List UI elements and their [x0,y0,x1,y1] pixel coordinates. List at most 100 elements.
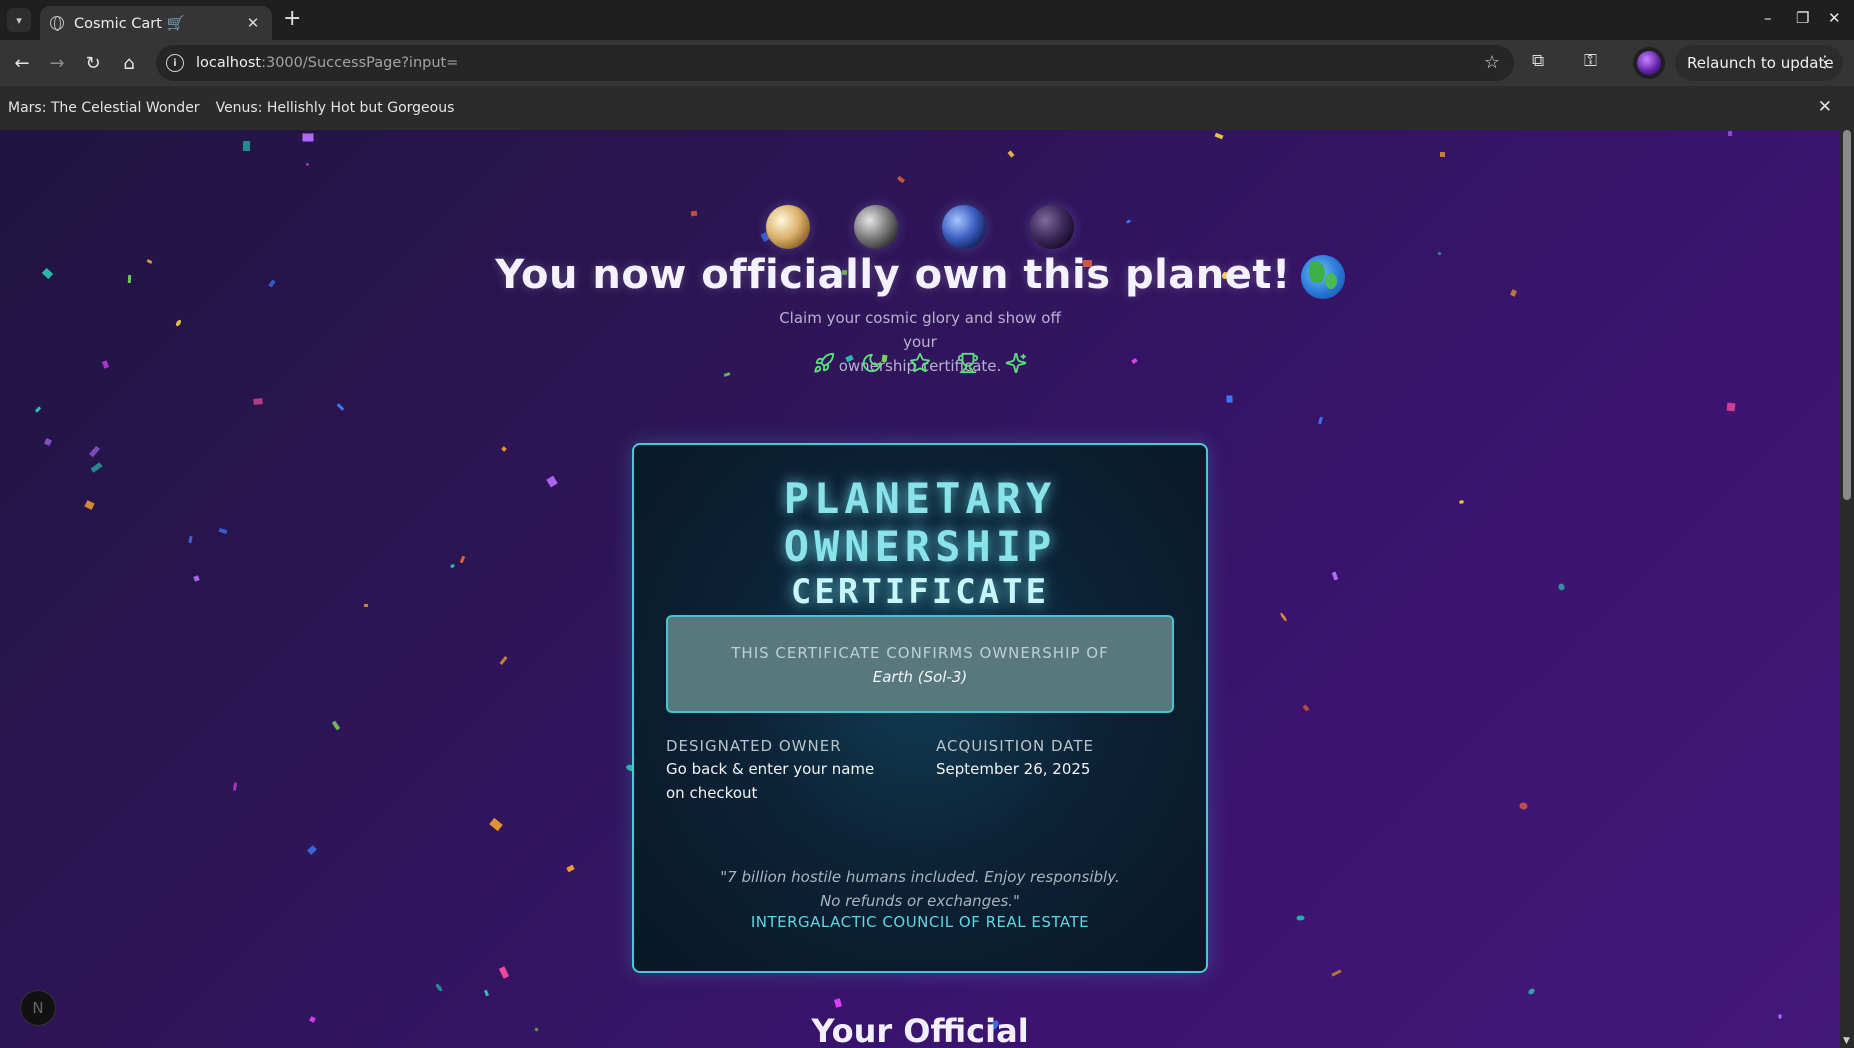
confetti-piece [188,535,193,544]
confetti-piece [489,817,503,832]
confetti-piece [1318,416,1323,425]
tab-strip: ▾ Cosmic Cart 🛒 ✕ + – ❐ ✕ [0,0,1854,40]
trophy-icon [957,352,979,374]
relaunch-label: Relaunch to update [1687,54,1834,72]
forward-icon[interactable]: → [44,50,70,76]
confetti-piece [302,133,314,142]
owner-field: DESIGNATED OWNER Go back & enter your na… [666,737,886,805]
relaunch-button[interactable]: Relaunch to update ⋮ [1675,45,1843,81]
confetti-piece [434,982,444,993]
certificate-title-line-1: PLANETARY [783,474,1057,523]
confetti-piece [459,555,466,564]
planet-image [766,205,810,249]
url-host: localhost [196,55,262,71]
confetti-piece [897,175,905,184]
confetti-piece [1726,402,1736,412]
certificate-title-line-3: CERTIFICATE [790,572,1050,612]
password-key-icon[interactable]: ⚿ [1584,51,1597,71]
confetti-piece [305,162,310,167]
confetti-piece [1518,801,1529,811]
confetti-piece [1727,130,1733,137]
minimize-icon[interactable]: – [1764,9,1772,27]
owner-label: DESIGNATED OWNER [666,737,842,755]
confetti-piece [1279,612,1288,622]
confetti-piece [833,998,843,1008]
confetti-piece [44,438,52,446]
confetti-piece [450,563,455,569]
bookmark-venus[interactable]: Venus: Hellishly Hot but Gorgeous [216,100,455,116]
confetti-piece [1007,150,1015,158]
menu-dots-icon[interactable]: ⋮ [1817,52,1833,71]
page-title: You now officially own this planet! [0,252,1840,299]
avatar [1637,51,1661,75]
certificate-title: PLANETARY OWNERSHIP CERTIFICATE [634,475,1206,613]
confetti-piece [499,656,508,665]
moon-icon [862,353,882,373]
confetti-piece [498,966,510,979]
date-field: ACQUISITION DATE September 26, 2025 [936,737,1156,781]
confetti-piece [1226,395,1233,403]
confetti-piece [232,782,238,791]
scrollbar-thumb[interactable] [1843,130,1851,500]
page-viewport: You now officially own this planet! Clai… [0,130,1840,1048]
close-icon[interactable]: ✕ [1818,97,1832,117]
window-close-icon[interactable]: ✕ [1828,9,1841,27]
date-label: ACQUISITION DATE [936,737,1095,755]
confetti-piece [501,446,507,452]
confetti-piece [1214,132,1224,140]
tab-title: Cosmic Cart 🛒 [74,15,185,32]
confetti-piece [546,475,558,488]
bookmarks-bar: Mars: The Celestial Wonder Venus: Hellis… [0,86,1854,130]
extensions-icon[interactable]: ⧉ [1532,51,1544,71]
planet-row [0,205,1840,249]
home-icon[interactable]: ⌂ [116,50,142,76]
close-icon[interactable]: ✕ [244,14,262,32]
active-tab[interactable]: Cosmic Cart 🛒 ✕ [40,6,272,40]
tab-search-button[interactable]: ▾ [7,8,31,32]
ownership-certificate: PLANETARY OWNERSHIP CERTIFICATE THIS CER… [632,443,1208,973]
subtitle-line-1: Claim your cosmic glory and show off you… [779,309,1061,351]
quote-line-2: No refunds or exchanges." [820,892,1020,910]
confetti-piece [336,403,345,411]
star-icon [909,352,931,373]
certificate-quote: "7 billion hostile humans included. Enjo… [634,865,1206,913]
confetti-piece [1557,582,1566,592]
restore-icon[interactable]: ❐ [1796,9,1809,27]
planet-image [942,205,986,249]
confetti-piece [242,140,251,152]
owner-value: Go back & enter your name on checkout [666,760,875,802]
profile-avatar[interactable] [1633,47,1665,79]
certificate-title-line-2: OWNERSHIP [783,522,1057,571]
confetti-piece [566,864,575,873]
planet-image [1030,205,1074,249]
quote-line-1: "7 billion hostile humans included. Enjo… [720,868,1120,886]
scroll-down-arrow-icon[interactable]: ▼ [1843,1036,1850,1046]
reload-icon[interactable]: ↻ [80,50,106,76]
confetti-piece [253,398,263,405]
confetti-piece [363,603,369,608]
confetti-piece [1527,987,1536,996]
date-value: September 26, 2025 [936,760,1091,778]
confetti-piece [1439,151,1446,158]
page-scrollbar[interactable]: ▼ [1840,130,1854,1048]
confetti-piece [90,462,103,473]
address-bar[interactable]: i localhost:3000/SuccessPage?input= ☆ [156,45,1514,81]
confetti-piece [1331,969,1342,977]
earth-globe-icon [1300,255,1345,299]
confetti-piece [1331,571,1339,581]
confetti-piece [193,575,200,582]
url-path: :3000/SuccessPage?input= [261,55,459,71]
new-tab-button[interactable]: + [283,8,301,30]
bookmark-mars[interactable]: Mars: The Celestial Wonder [8,100,200,116]
dev-tools-badge[interactable]: N [20,990,56,1026]
site-info-icon[interactable]: i [166,54,184,72]
ownership-confirmation-box: THIS CERTIFICATE CONFIRMS OWNERSHIP OF E… [666,615,1174,713]
confetti-piece [331,720,341,731]
back-icon[interactable]: ← [9,50,35,76]
bookmark-star-icon[interactable]: ☆ [1484,52,1500,73]
planet-name: Earth (Sol-3) [872,668,968,686]
section-heading: Your Official [811,1012,1029,1048]
browser-toolbar: ← → ↻ ⌂ i localhost:3000/SuccessPage?inp… [0,40,1854,86]
celebration-icon-row [0,352,1840,374]
globe-icon [50,16,64,31]
